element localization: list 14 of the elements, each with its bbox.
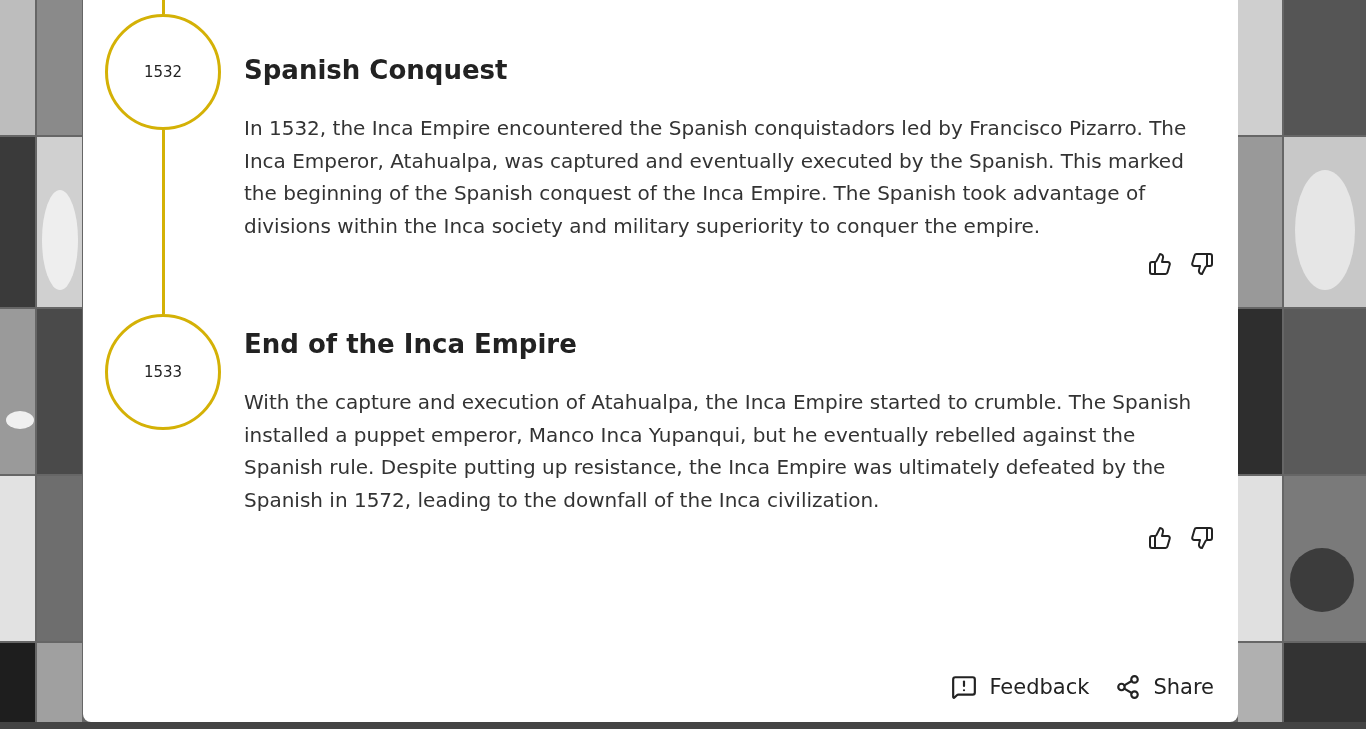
thumbs-up-icon[interactable]: [1148, 252, 1172, 276]
event-title: Spanish Conquest: [244, 54, 508, 87]
year-circle: 1533: [105, 314, 221, 430]
thumbs-down-icon[interactable]: [1190, 252, 1214, 276]
feedback-icon: [951, 674, 978, 700]
thumbs-up-icon[interactable]: [1148, 526, 1172, 550]
year-circle: 1532: [105, 14, 221, 130]
event-description: With the capture and execution of Atahualpa, the Inca Empire started to crumble. The Spanish installed a puppet emperor, Manco Inca Yupanqui, but he eventually rebelled against the Spanish rule. Despite putting up resistance, the Inca Empire was ultimately defeated by the Spanish in 1572, leading to the downfall of the Inca civilization.: [244, 389, 1193, 514]
event-description: In 1532, the Inca Empire encountered the Spanish conquistadors led by Francisco Pizarro. The Inca Emperor, Atahualpa, was captured and eventually executed by the Spanish. This marked the beginning of the Spanish conquest of the Inca Empire. The Spanish took advantage of divisions within the Inca society and military superiority to conquer the empire.: [244, 115, 1188, 240]
share-icon: [1115, 674, 1142, 700]
share-button[interactable]: Share: [1115, 674, 1214, 700]
thumbs-down-icon[interactable]: [1190, 526, 1214, 550]
event-title: End of the Inca Empire: [244, 328, 577, 361]
feedback-button[interactable]: Feedback: [951, 674, 1090, 700]
